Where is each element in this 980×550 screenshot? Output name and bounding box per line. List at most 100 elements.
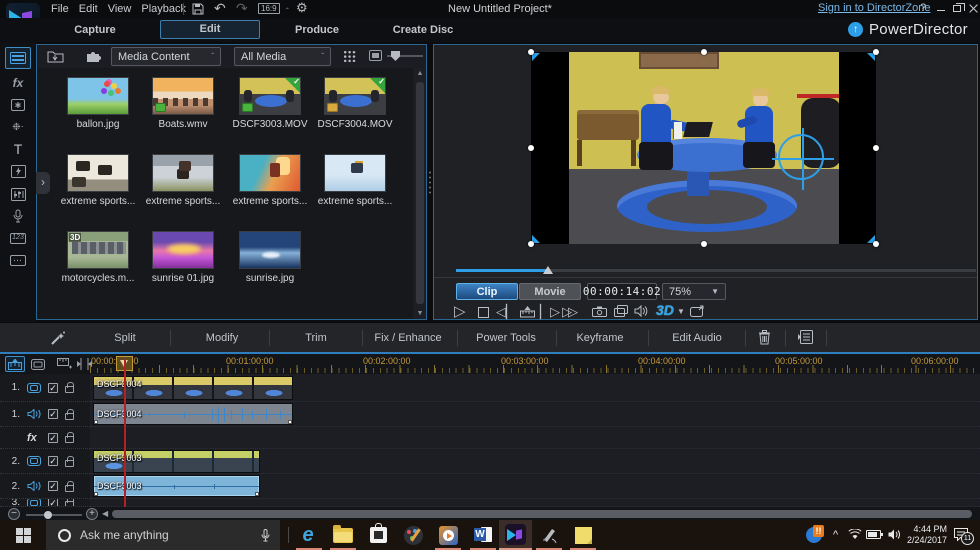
3d-dropdown-arrow-icon[interactable]: ▼ bbox=[677, 307, 685, 316]
minimize-button[interactable] bbox=[934, 2, 948, 14]
media-content-dropdown[interactable]: Media Contentˆ bbox=[111, 47, 221, 66]
lock-icon[interactable] bbox=[65, 386, 74, 393]
help-button[interactable]: ? bbox=[916, 2, 930, 14]
resize-handle[interactable] bbox=[528, 241, 534, 247]
word-icon[interactable]: W bbox=[471, 523, 495, 547]
3d-mode-button[interactable]: 3D bbox=[656, 302, 674, 318]
tab-create-disc[interactable]: Create Disc bbox=[368, 24, 478, 36]
media-item[interactable]: ✓ DSCF3004.MOV bbox=[312, 77, 398, 130]
menu-view[interactable]: View bbox=[103, 2, 137, 16]
clip-handle[interactable] bbox=[255, 492, 259, 496]
split-button[interactable]: Split bbox=[85, 323, 165, 353]
resize-handle[interactable] bbox=[701, 49, 707, 55]
edit-audio-button[interactable]: Edit Audio bbox=[652, 323, 742, 353]
seek-ruler-button[interactable] bbox=[520, 306, 535, 318]
panel-divider-grip[interactable] bbox=[428, 170, 432, 196]
signin-link[interactable]: Sign in to DirectorZone bbox=[818, 2, 931, 14]
effect-room-icon[interactable]: fx bbox=[5, 72, 31, 94]
fix-enhance-button[interactable]: Fix / Enhance bbox=[363, 323, 453, 353]
seek-handle[interactable] bbox=[543, 266, 553, 274]
lock-icon[interactable] bbox=[65, 413, 74, 420]
track-enable-checkbox[interactable]: ✓ bbox=[48, 481, 58, 491]
media-item[interactable]: extreme sports... bbox=[140, 154, 226, 207]
scroll-up-icon[interactable]: ▲ bbox=[414, 70, 426, 77]
voiceover-room-icon[interactable] bbox=[5, 205, 31, 227]
track-manager-button[interactable] bbox=[54, 356, 74, 372]
resize-handle[interactable] bbox=[701, 241, 707, 247]
track-header-audio-2[interactable]: 2. ✓ bbox=[0, 474, 90, 499]
track-row[interactable] bbox=[90, 427, 980, 449]
resize-handle[interactable] bbox=[873, 145, 879, 151]
thumbnail-size-slider[interactable] bbox=[387, 55, 423, 57]
start-button[interactable] bbox=[0, 520, 46, 550]
library-scrollbar[interactable]: ▲ ▼ bbox=[414, 68, 426, 319]
settings-gear-icon[interactable]: ⚙ bbox=[296, 2, 308, 14]
lock-icon[interactable] bbox=[65, 501, 74, 507]
tray-expand-chevron-icon[interactable]: ^ bbox=[833, 529, 838, 541]
track-enable-checkbox[interactable]: ✓ bbox=[48, 456, 58, 466]
timeline-zoom-slider[interactable] bbox=[26, 514, 82, 516]
fast-forward-button[interactable]: ▷▷ bbox=[562, 303, 574, 321]
plugin-puzzle-icon[interactable] bbox=[85, 48, 101, 63]
track-enable-checkbox[interactable]: ✓ bbox=[48, 409, 58, 419]
timeline-view-button[interactable] bbox=[5, 356, 25, 372]
timeline-clip-video-dscf3004[interactable]: DSCF3004 bbox=[93, 376, 293, 400]
clip-handle[interactable] bbox=[288, 420, 292, 424]
timeline-clip-audio-dscf3003[interactable]: DSCF3003 bbox=[93, 475, 260, 497]
chapter-room-icon[interactable]: 123 bbox=[5, 227, 31, 249]
movie-mode-button[interactable]: Movie bbox=[519, 283, 581, 300]
previous-frame-button[interactable]: ◁▏ bbox=[496, 303, 516, 321]
track-header-video-2[interactable]: 2. ✓ bbox=[0, 449, 90, 474]
pen-tool-app-icon[interactable] bbox=[537, 523, 561, 547]
particle-room-icon[interactable]: ❉⋅ bbox=[5, 116, 31, 138]
zoom-slider-handle[interactable] bbox=[44, 511, 52, 519]
clip-handle[interactable] bbox=[94, 420, 98, 424]
file-explorer-icon[interactable] bbox=[331, 523, 355, 547]
restore-button[interactable] bbox=[950, 2, 964, 14]
track-header-video-1[interactable]: 1. ✓ bbox=[0, 374, 90, 402]
media-item[interactable]: extreme sports... bbox=[55, 154, 141, 207]
windows-store-icon[interactable] bbox=[366, 523, 390, 547]
wifi-icon[interactable] bbox=[848, 529, 862, 540]
import-media-icon[interactable] bbox=[47, 49, 64, 63]
undo-icon[interactable]: ↶ bbox=[214, 2, 226, 14]
tab-edit[interactable]: Edit bbox=[160, 20, 260, 39]
expand-panel-arrow[interactable]: › bbox=[36, 172, 50, 194]
media-item[interactable]: extreme sports... bbox=[227, 154, 313, 207]
scroll-down-icon[interactable]: ▼ bbox=[414, 310, 426, 317]
cortana-search-bar[interactable]: Ask me anything bbox=[46, 520, 280, 550]
audio-mixing-room-icon[interactable] bbox=[5, 183, 31, 205]
lock-icon[interactable] bbox=[65, 485, 74, 492]
action-center-icon[interactable]: 11 bbox=[953, 527, 969, 541]
next-frame-button[interactable]: ▏▷ bbox=[540, 303, 560, 321]
modify-button[interactable]: Modify bbox=[182, 323, 262, 353]
sticky-notes-icon[interactable] bbox=[571, 523, 595, 547]
grid-view-icon[interactable] bbox=[343, 50, 356, 62]
media-room-icon[interactable] bbox=[5, 47, 31, 69]
menu-edit[interactable]: Edit bbox=[74, 2, 103, 16]
search-input[interactable]: Ask me anything bbox=[80, 528, 169, 542]
keyframe-button[interactable]: Keyframe bbox=[558, 323, 642, 353]
close-button[interactable] bbox=[966, 2, 980, 14]
media-item[interactable]: 3D motorcycles.m... bbox=[55, 231, 141, 284]
resize-handle[interactable] bbox=[528, 49, 534, 55]
media-item[interactable]: sunrise 01.jpg bbox=[140, 231, 226, 284]
resize-handle[interactable] bbox=[873, 49, 879, 55]
title-room-icon[interactable]: T bbox=[5, 138, 31, 160]
track-enable-checkbox[interactable]: ✓ bbox=[48, 499, 58, 507]
track-header-audio-1[interactable]: 1. ✓ bbox=[0, 402, 90, 427]
lock-icon[interactable] bbox=[65, 436, 74, 443]
playhead-line[interactable] bbox=[124, 359, 126, 507]
media-item[interactable]: Boats.wmv bbox=[140, 77, 226, 130]
trim-button[interactable]: Trim bbox=[276, 323, 356, 353]
media-item[interactable]: extreme sports... bbox=[312, 154, 398, 207]
power-tools-button[interactable]: Power Tools bbox=[461, 323, 551, 353]
timeline-zoom-in-button[interactable]: + bbox=[86, 508, 98, 520]
media-item[interactable]: sunrise.jpg bbox=[227, 231, 313, 284]
aspect-dropdown-arrow-icon[interactable]: ˆ bbox=[286, 6, 289, 18]
timecode-display[interactable]: 00:00:14:02 bbox=[587, 283, 657, 300]
preview-quality-button[interactable] bbox=[614, 305, 628, 317]
play-button[interactable]: ▷ bbox=[454, 303, 466, 321]
detach-preview-button[interactable] bbox=[690, 305, 705, 317]
clock[interactable]: 4:44 PM 2/24/2017 bbox=[905, 524, 947, 546]
